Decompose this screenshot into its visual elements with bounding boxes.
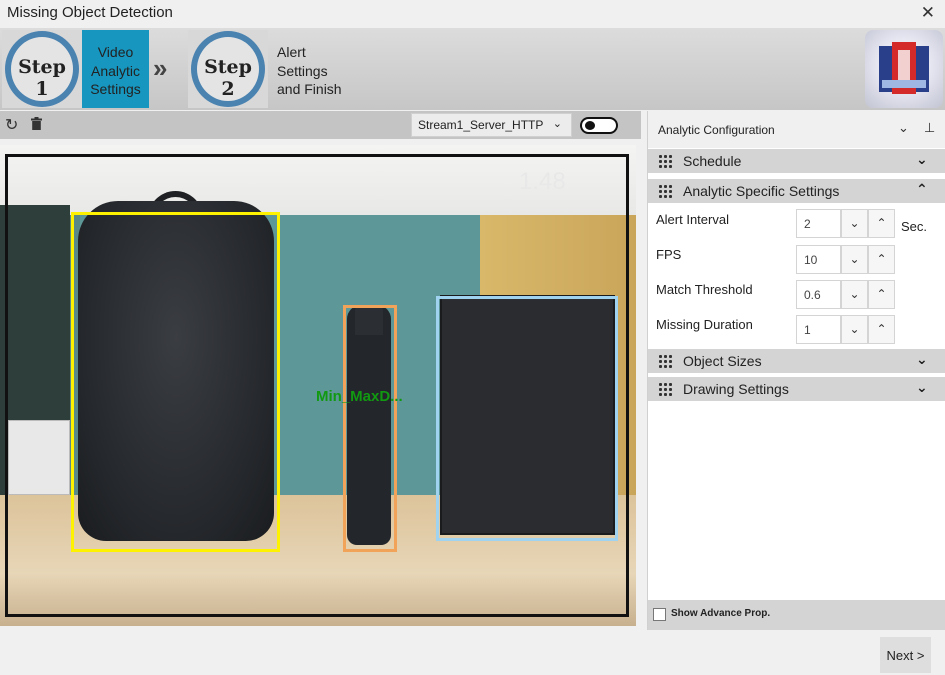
chevron-down-icon: ⌄: [916, 351, 928, 367]
refresh-icon[interactable]: ↻: [5, 115, 18, 135]
close-icon[interactable]: ✕: [921, 3, 935, 23]
grip-icon: [658, 382, 672, 396]
step1-badge[interactable]: Step 1: [2, 30, 82, 108]
step1-badge-text: Step 1: [18, 56, 66, 100]
section-label: Drawing Settings: [683, 381, 789, 397]
next-button[interactable]: Next >: [880, 637, 931, 673]
chevron-up-icon[interactable]: ⌃: [868, 315, 895, 344]
grip-icon: [658, 354, 672, 368]
chevron-down-icon: ⌄: [552, 118, 562, 130]
chevron-down-icon[interactable]: ⌄: [898, 120, 909, 136]
section-drawing-settings[interactable]: Drawing Settings ⌄: [648, 377, 945, 401]
title-bar: Missing Object Detection ✕: [0, 0, 945, 28]
trash-icon-svg: [31, 117, 42, 130]
field-label-match-threshold: Match Threshold: [656, 282, 753, 297]
chevron-up-icon[interactable]: ⌃: [868, 209, 895, 238]
step1-label[interactable]: Video Analytic Settings: [82, 30, 149, 108]
section-object-sizes[interactable]: Object Sizes ⌄: [648, 349, 945, 373]
alert-interval-value[interactable]: 2: [796, 209, 841, 238]
chevron-down-icon[interactable]: ⌄: [841, 245, 868, 274]
bbox-backpack[interactable]: [71, 212, 280, 552]
step1-ring: Step 1: [5, 31, 79, 107]
analytic-config-panel: Analytic Configuration ⌄ ⊥ Schedule ⌄ An…: [647, 111, 945, 630]
alert-interval-unit: Sec.: [901, 219, 928, 234]
object-size-label: Min_MaxD...: [316, 388, 403, 405]
chevron-down-icon[interactable]: ⌄: [841, 209, 868, 238]
section-label: Analytic Specific Settings: [683, 183, 840, 199]
logo-shape: [882, 80, 926, 88]
chevron-down-icon: ⌄: [916, 379, 928, 395]
step2-label[interactable]: Alert Settings and Finish: [277, 43, 342, 99]
section-label: Object Sizes: [683, 353, 762, 369]
stream-select-value: Stream1_Server_HTTP: [418, 118, 544, 132]
show-advance-label[interactable]: Show Advance Prop.: [671, 608, 770, 619]
step1-label-line: Video: [97, 44, 134, 60]
panel-header: Analytic Configuration ⌄ ⊥: [648, 111, 945, 148]
panel-footer: Show Advance Prop.: [648, 600, 945, 630]
grip-icon: [658, 184, 672, 198]
show-advance-checkbox[interactable]: [653, 608, 666, 621]
video-feed[interactable]: Min_MaxD... 1.48: [0, 145, 636, 626]
step2-label-line: Settings: [277, 62, 328, 79]
footer-bar: [0, 630, 945, 675]
missing-duration-stepper[interactable]: 1 ⌄ ⌃: [796, 315, 896, 344]
section-schedule[interactable]: Schedule ⌄: [648, 149, 945, 173]
field-label-missing-duration: Missing Duration: [656, 317, 753, 332]
step1-label-line: Settings: [90, 81, 141, 97]
match-threshold-stepper[interactable]: 0.6 ⌄ ⌃: [796, 280, 896, 309]
chevron-down-icon[interactable]: ⌄: [841, 280, 868, 309]
section-label: Schedule: [683, 153, 742, 169]
fps-value[interactable]: 10: [796, 245, 841, 274]
grip-icon: [658, 154, 672, 168]
stream-toggle[interactable]: [580, 117, 618, 134]
window-title: Missing Object Detection: [7, 4, 173, 21]
match-threshold-value[interactable]: 0.6: [796, 280, 841, 309]
chevron-right-double-icon: »: [153, 53, 168, 83]
alert-interval-stepper[interactable]: 2 ⌄ ⌃: [796, 209, 896, 238]
field-label-alert-interval: Alert Interval: [656, 212, 729, 227]
wizard-steps: Step 1 Video Analytic Settings » Step 2 …: [0, 28, 945, 110]
chevron-up-icon: ⌃: [916, 181, 928, 197]
step2-badge-text: Step 2: [204, 56, 252, 100]
stream-select[interactable]: Stream1_Server_HTTP ⌄: [411, 113, 572, 137]
pin-icon[interactable]: ⊥: [924, 120, 935, 136]
section-analytic-specific-settings[interactable]: Analytic Specific Settings ⌃: [648, 179, 945, 203]
bbox-laptop[interactable]: [436, 296, 618, 541]
fps-stepper[interactable]: 10 ⌄ ⌃: [796, 245, 896, 274]
panel-title: Analytic Configuration: [658, 123, 775, 137]
trash-icon[interactable]: [31, 117, 42, 133]
chevron-down-icon: ⌄: [916, 151, 928, 167]
step2-label-line: Alert: [277, 44, 306, 60]
chevron-down-icon[interactable]: ⌄: [841, 315, 868, 344]
toggle-knob: [585, 121, 595, 130]
chevron-up-icon[interactable]: ⌃: [868, 280, 895, 309]
chevron-up-icon[interactable]: ⌃: [868, 245, 895, 274]
app-logo: [865, 30, 943, 108]
video-toolbar: ↻ Stream1_Server_HTTP ⌄: [0, 111, 641, 139]
step1-label-line: Analytic: [90, 62, 141, 79]
step2-ring: Step 2: [191, 31, 265, 107]
missing-duration-value[interactable]: 1: [796, 315, 841, 344]
field-label-fps: FPS: [656, 247, 682, 262]
step2-label-line: and Finish: [277, 81, 342, 97]
step2-badge[interactable]: Step 2: [188, 30, 268, 108]
video-overlay-value: 1.48: [519, 168, 566, 195]
bbox-bottle[interactable]: [343, 305, 397, 552]
